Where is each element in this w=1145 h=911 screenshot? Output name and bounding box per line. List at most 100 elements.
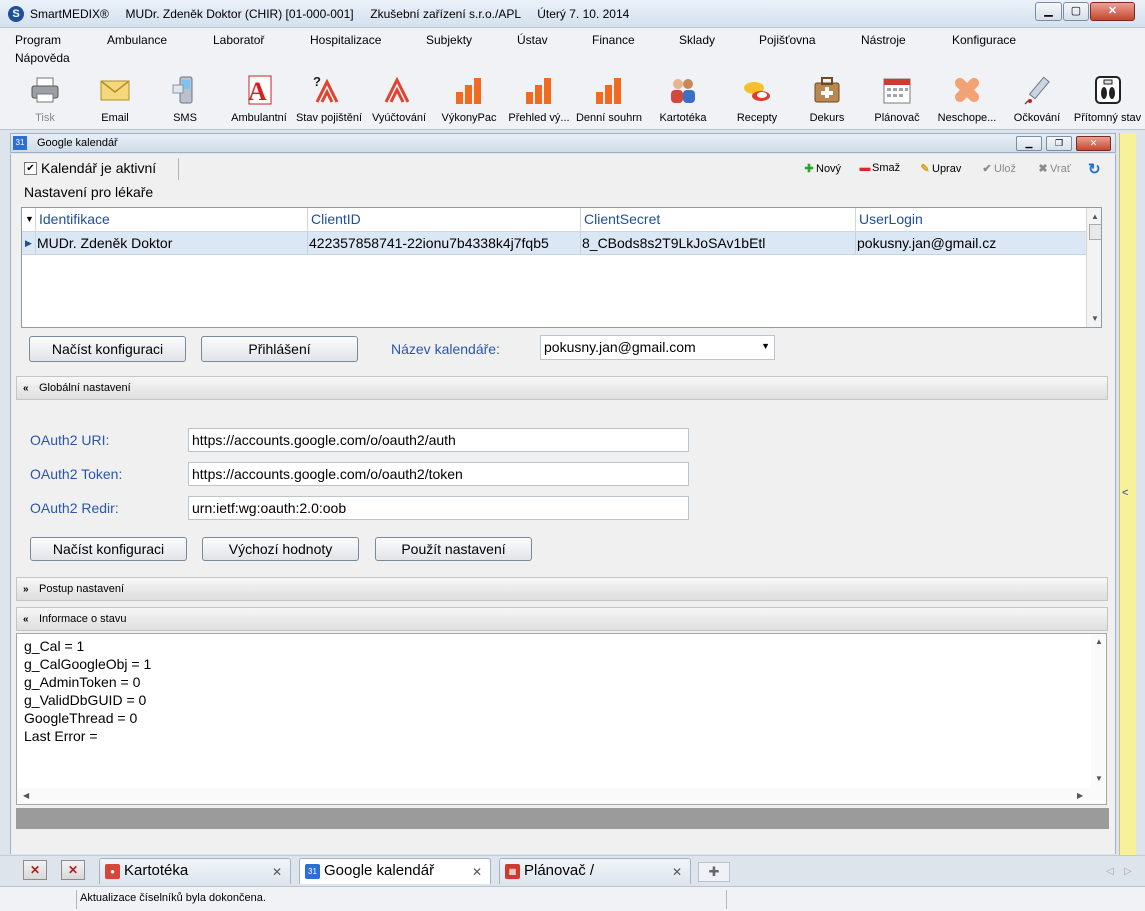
add-tab-icon[interactable]: ✚ [698, 862, 730, 882]
close-tab-icon[interactable]: ✕ [472, 865, 482, 879]
menu-bar: Program Ambulance Laboratoř Hospitalizac… [0, 28, 1145, 68]
login-button[interactable]: Přihlášení [201, 336, 358, 362]
toolbar-kartoteka-button[interactable]: Kartotéka [646, 72, 720, 128]
scroll-right-icon[interactable]: ▶ [1077, 791, 1083, 800]
minimize-button[interactable]: ▁ [1035, 2, 1062, 21]
scroll-up-icon[interactable]: ▲ [1095, 637, 1103, 646]
default-values-button[interactable]: Výchozí hodnoty [202, 537, 359, 561]
grid-scrollbar[interactable]: ▲ ▼ [1086, 208, 1101, 327]
new-button[interactable]: ✚ Nový [802, 162, 841, 175]
menu-finance[interactable]: Finance [592, 33, 635, 47]
maximize-button[interactable]: ▢ [1063, 2, 1089, 21]
toolbar-pritomny-stav-button[interactable]: Přítomný stav [1070, 72, 1145, 128]
tab-google-kalendar[interactable]: 31 Google kalendář ✕ [299, 858, 491, 884]
inner-close-button[interactable]: ✕ [1076, 136, 1111, 151]
close-all-tabs-icon[interactable]: ✕ [23, 860, 47, 880]
global-load-config-button[interactable]: Načíst konfiguraci [30, 537, 187, 561]
close-window-button[interactable]: ✕ [1090, 2, 1135, 21]
status-info-memo[interactable]: g_Cal = 1 g_CalGoogleObj = 1 g_AdminToke… [16, 633, 1107, 805]
doctor-settings-grid[interactable]: ▼ Identifikace ClientID ClientSecret Use… [21, 207, 1102, 328]
cell-userlogin[interactable]: pokusny.jan@gmail.cz [856, 232, 1086, 255]
scroll-down-icon[interactable]: ▼ [1095, 774, 1103, 783]
delete-button[interactable]: ▬ Smaž [858, 162, 901, 174]
close-tab-icon[interactable]: ✕ [672, 865, 682, 879]
menu-konfigurace[interactable]: Konfigurace [952, 33, 1016, 47]
menu-laborator[interactable]: Laboratoř [213, 33, 264, 47]
inner-minimize-button[interactable]: ▁ [1016, 136, 1042, 151]
toolbar-stav-pojisteni-button[interactable]: ? Stav pojištění [292, 72, 366, 128]
close-other-tabs-icon[interactable]: ✕ [61, 860, 85, 880]
toolbar-tisk-button[interactable]: Tisk [8, 72, 82, 128]
toolbar-email-button[interactable]: Email [78, 72, 152, 128]
toolbar-dekurs-button[interactable]: Dekurs [790, 72, 864, 128]
toolbar-label: Email [101, 112, 129, 124]
chevron-left-icon[interactable]: < [1122, 487, 1128, 499]
toolbar-prehled-vykonu-button[interactable]: Přehled vý... [502, 72, 576, 128]
column-header-userlogin[interactable]: UserLogin [856, 208, 1086, 232]
status-separator [76, 890, 77, 909]
toolbar-planovac-button[interactable]: Plánovač [860, 72, 934, 128]
revert-button[interactable]: ✖ Vrať [1036, 162, 1070, 175]
calendar-name-select[interactable]: pokusny.jan@gmail.com ▼ [540, 335, 775, 360]
oauth-redir-field[interactable]: urn:ietf:wg:oauth:2.0:oob [188, 496, 689, 520]
procedure-header[interactable]: » Postup nastavení [16, 577, 1108, 601]
envelope-icon [100, 80, 130, 101]
menu-hospitalizace[interactable]: Hospitalizace [310, 33, 381, 47]
status-info-text: g_Cal = 1 g_CalGoogleObj = 1 g_AdminToke… [24, 637, 151, 745]
inner-restore-button[interactable]: ❐ [1046, 136, 1072, 151]
toolbar-ambulantni-button[interactable]: A Ambulantní [222, 72, 296, 128]
chevron-down-icon: « [23, 614, 29, 625]
close-tab-icon[interactable]: ✕ [272, 865, 282, 879]
oauth-token-field[interactable]: https://accounts.google.com/o/oauth2/tok… [188, 462, 689, 486]
column-header-identifikace[interactable]: Identifikace [36, 208, 308, 232]
oauth-uri-field[interactable]: https://accounts.google.com/o/oauth2/aut… [188, 428, 689, 452]
toolbar-denni-souhrn-button[interactable]: Denní souhrn [572, 72, 646, 128]
toolbar-vykonypac-button[interactable]: VýkonyPac [432, 72, 506, 128]
menu-program[interactable]: Program [15, 33, 61, 47]
chevron-down-icon[interactable]: ▼ [761, 341, 770, 351]
billing-icon [384, 76, 410, 103]
menu-subjekty[interactable]: Subjekty [426, 33, 472, 47]
apply-settings-button[interactable]: Použít nastavení [375, 537, 532, 561]
toolbar-vyuctovani-button[interactable]: Vyúčtování [362, 72, 436, 128]
column-header-clientid[interactable]: ClientID [308, 208, 581, 232]
edit-button[interactable]: ✎ Uprav [918, 162, 961, 175]
menu-ustav[interactable]: Ústav [517, 33, 548, 47]
menu-sklady[interactable]: Sklady [679, 33, 715, 47]
toolbar-separator [178, 158, 179, 180]
calendar-active-checkbox[interactable]: ✔ [24, 162, 37, 175]
tabs-scroll-left-icon[interactable]: ◁ [1106, 866, 1114, 877]
scroll-down-icon[interactable]: ▼ [1091, 314, 1099, 323]
scrollbar-thumb[interactable] [1089, 224, 1101, 240]
scroll-left-icon[interactable]: ◀ [23, 791, 29, 800]
memo-vertical-scrollbar[interactable]: ▲ ▼ [1091, 634, 1106, 804]
x-icon: ✖ [1038, 163, 1048, 175]
toolbar-label: Očkování [1013, 112, 1061, 124]
menu-ambulance[interactable]: Ambulance [107, 33, 167, 47]
cell-clientsecret[interactable]: 8_CBods8s2T9LkJoSAv1bEtl [581, 232, 856, 255]
status-info-header[interactable]: « Informace o stavu [16, 607, 1108, 631]
tab-planovac[interactable]: ▦ Plánovač / ✕ [499, 858, 691, 884]
plus-icon: ✚ [804, 163, 814, 175]
refresh-icon[interactable]: ↻ [1088, 160, 1101, 178]
save-button[interactable]: ✔ Ulož [980, 162, 1016, 175]
toolbar-ockovani-button[interactable]: Očkování [1000, 72, 1074, 128]
cell-identifikace[interactable]: MUDr. Zdeněk Doktor [36, 232, 308, 255]
cell-clientid[interactable]: 422357858741-22ionu7b4338k4j7fqb5 [308, 232, 581, 255]
memo-horizontal-scrollbar[interactable]: ◀ ▶ [17, 788, 1091, 804]
tabs-scroll-right-icon[interactable]: ▷ [1124, 866, 1132, 877]
menu-pojistovna[interactable]: Pojišťovna [759, 33, 816, 47]
toolbar-sms-button[interactable]: SMS [148, 72, 222, 128]
load-config-button[interactable]: Načíst konfiguraci [29, 336, 186, 362]
tab-kartoteka[interactable]: ● Kartotéka ✕ [99, 858, 291, 884]
user-name: MUDr. Zdeněk Doktor (CHIR) [01-000-001] [125, 7, 354, 21]
phone-icon [172, 76, 193, 104]
scroll-up-icon[interactable]: ▲ [1091, 212, 1099, 221]
global-settings-header[interactable]: « Globální nastavení [16, 376, 1108, 400]
menu-napoveda[interactable]: Nápověda [15, 51, 70, 65]
column-header-clientsecret[interactable]: ClientSecret [581, 208, 856, 232]
menu-nastroje[interactable]: Nástroje [861, 33, 906, 47]
toolbar-recepty-button[interactable]: Recepty [720, 72, 794, 128]
toolbar-label: Stav pojištění [295, 112, 363, 124]
toolbar-neschopenky-button[interactable]: Neschope... [930, 72, 1004, 128]
